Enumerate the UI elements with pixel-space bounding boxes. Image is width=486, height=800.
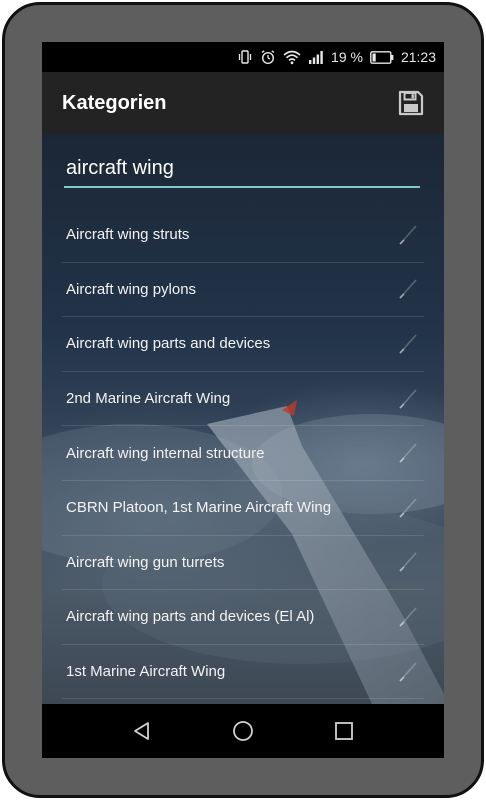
list-item-label: CBRN Platoon, 1st Marine Aircraft Wing xyxy=(66,499,332,517)
battery-icon xyxy=(370,50,394,64)
recents-icon xyxy=(334,722,353,740)
list-item[interactable]: Aircraft wing parts and devices (El Al) xyxy=(62,590,424,645)
app-bar: Kategorien xyxy=(42,72,444,134)
list-item[interactable]: CBRN Platoon, 1st Marine Aircraft Wing xyxy=(62,481,424,536)
list-item[interactable]: Aircraft wing parts and devices xyxy=(62,317,424,372)
result-list: Aircraft wing struts Aircraft wing pylon… xyxy=(62,208,424,700)
list-item-label: 2nd Marine Aircraft Wing xyxy=(66,390,231,408)
alarm-icon xyxy=(260,49,276,65)
phone-screen: 19 % 21:23 Kategorien aircraft wing Airc… xyxy=(42,42,444,758)
save-button[interactable] xyxy=(396,88,426,118)
list-item[interactable]: 1st Marine Aircraft Wing xyxy=(62,645,424,700)
back-icon xyxy=(134,722,150,740)
list-item-label: Aircraft wing parts and devices xyxy=(66,335,271,353)
search-input[interactable] xyxy=(64,152,420,184)
list-item[interactable]: Aircraft wing internal structure xyxy=(62,426,424,481)
check-icon[interactable] xyxy=(398,661,418,683)
clock: 21:23 xyxy=(400,49,436,65)
check-icon[interactable] xyxy=(398,497,418,519)
list-item-label: Aircraft wing internal structure xyxy=(66,444,265,462)
check-icon[interactable] xyxy=(398,442,418,464)
list-item-label: Aircraft wing struts xyxy=(66,226,190,244)
status-bar: 19 % 21:23 xyxy=(42,42,444,72)
battery-percent: 19 % xyxy=(331,49,363,65)
home-icon xyxy=(233,721,253,741)
check-icon[interactable] xyxy=(398,551,418,573)
check-icon[interactable] xyxy=(398,388,418,410)
check-icon[interactable] xyxy=(398,278,418,300)
search-field[interactable] xyxy=(64,152,420,188)
list-item[interactable]: Aircraft wing gun turrets xyxy=(62,536,424,591)
list-item[interactable]: Aircraft wing pylons xyxy=(62,263,424,318)
check-icon[interactable] xyxy=(398,606,418,628)
list-item-label: Aircraft wing gun turrets xyxy=(66,553,225,571)
save-icon xyxy=(398,90,424,116)
list-item-label: Aircraft wing parts and devices (El Al) xyxy=(66,608,315,626)
recents-button[interactable] xyxy=(324,711,364,751)
list-item[interactable]: 2nd Marine Aircraft Wing xyxy=(62,372,424,427)
check-icon[interactable] xyxy=(398,333,418,355)
check-icon[interactable] xyxy=(398,224,418,246)
list-item-label: Aircraft wing pylons xyxy=(66,280,197,298)
list-item[interactable]: Aircraft wing struts xyxy=(62,208,424,263)
page-title: Kategorien xyxy=(62,91,167,114)
wifi-icon xyxy=(283,49,301,65)
back-button[interactable] xyxy=(122,711,162,751)
category-search-panel: Aircraft wing struts Aircraft wing pylon… xyxy=(42,134,444,704)
home-button[interactable] xyxy=(223,711,263,751)
signal-icon xyxy=(308,50,324,64)
navigation-bar xyxy=(42,704,444,758)
vibrate-icon xyxy=(237,49,253,65)
list-item-label: 1st Marine Aircraft Wing xyxy=(66,663,226,681)
